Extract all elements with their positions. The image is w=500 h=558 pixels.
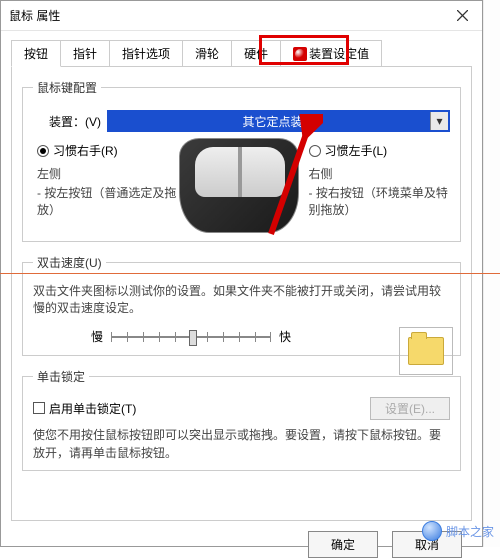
text-right-side-desc: - 按右按钮（环境菜单及特别拖放） [309, 184, 451, 218]
legend-button-config: 鼠标键配置 [33, 79, 101, 96]
window-title: 鼠标 属性 [9, 7, 442, 24]
tab-device-settings[interactable]: 装置设定值 [280, 40, 382, 67]
device-select[interactable]: 其它定点装置 ▾ [107, 110, 450, 132]
ok-button[interactable]: 确定 [308, 531, 378, 558]
watermark: 脚本之家 [422, 521, 494, 541]
slider-thumb[interactable] [189, 330, 197, 346]
watermark-text: 脚本之家 [446, 523, 494, 540]
group-double-click: 双击速度(U) 双击文件夹图标以测试你的设置。如果文件夹不能被打开或关闭，请尝试… [22, 254, 461, 356]
radio-right-handed[interactable]: 习惯右手(R) [37, 142, 179, 159]
synaptics-icon [293, 47, 307, 61]
background-window-edge [483, 0, 500, 547]
tab-strip: 按钮 指针 指针选项 滑轮 硬件 装置设定值 [1, 31, 482, 66]
legend-double-click: 双击速度(U) [33, 254, 106, 271]
slider-label-fast: 快 [279, 328, 291, 345]
group-button-config: 鼠标键配置 装置：(V) 其它定点装置 ▾ 习惯右手(R) 左侧 - 按左按钮（… [22, 79, 461, 242]
mouse-image [179, 138, 299, 233]
tab-pointer-options[interactable]: 指针选项 [109, 40, 183, 67]
double-click-description: 双击文件夹图标以测试你的设置。如果文件夹不能被打开或关闭，请尝试用较慢的双击速度… [33, 283, 450, 317]
click-lock-settings-button: 设置(E)... [370, 397, 450, 420]
device-select-value: 其它定点装置 [242, 113, 314, 130]
tab-pane: 鼠标键配置 装置：(V) 其它定点装置 ▾ 习惯右手(R) 左侧 - 按左按钮（… [11, 66, 472, 521]
device-label: 装置：(V) [49, 113, 101, 130]
slider-label-slow: 慢 [91, 328, 103, 345]
globe-icon [422, 521, 442, 541]
tab-buttons[interactable]: 按钮 [11, 40, 61, 67]
text-left-side-desc: - 按左按钮（普通选定及拖放） [37, 184, 179, 218]
dropdown-arrow-icon: ▾ [430, 112, 448, 130]
legend-click-lock: 单击锁定 [33, 368, 89, 385]
radio-dot-icon [37, 145, 49, 157]
checkbox-box-icon [33, 402, 45, 414]
radio-empty-icon [309, 145, 321, 157]
tab-wheel[interactable]: 滑轮 [182, 40, 232, 67]
label-right-side: 右侧 [309, 165, 451, 182]
tab-pointer[interactable]: 指针 [60, 40, 110, 67]
titlebar: 鼠标 属性 [1, 1, 482, 31]
tab-hardware[interactable]: 硬件 [231, 40, 281, 67]
radio-left-handed[interactable]: 习惯左手(L) [309, 142, 451, 159]
folder-icon [408, 337, 444, 365]
label-left-side: 左侧 [37, 165, 179, 182]
close-icon [457, 10, 468, 21]
double-click-speed-slider[interactable] [111, 327, 271, 347]
group-click-lock: 单击锁定 启用单击锁定(T) 设置(E)... 使您不用按住鼠标按钮即可以突出显… [22, 368, 461, 471]
click-lock-description: 使您不用按住鼠标按钮即可以突出显示或拖拽。要设置，请按下鼠标按钮。要放开，请再单… [33, 426, 450, 462]
close-button[interactable] [442, 1, 482, 31]
checkbox-enable-click-lock[interactable]: 启用单击锁定(T) [33, 400, 136, 417]
